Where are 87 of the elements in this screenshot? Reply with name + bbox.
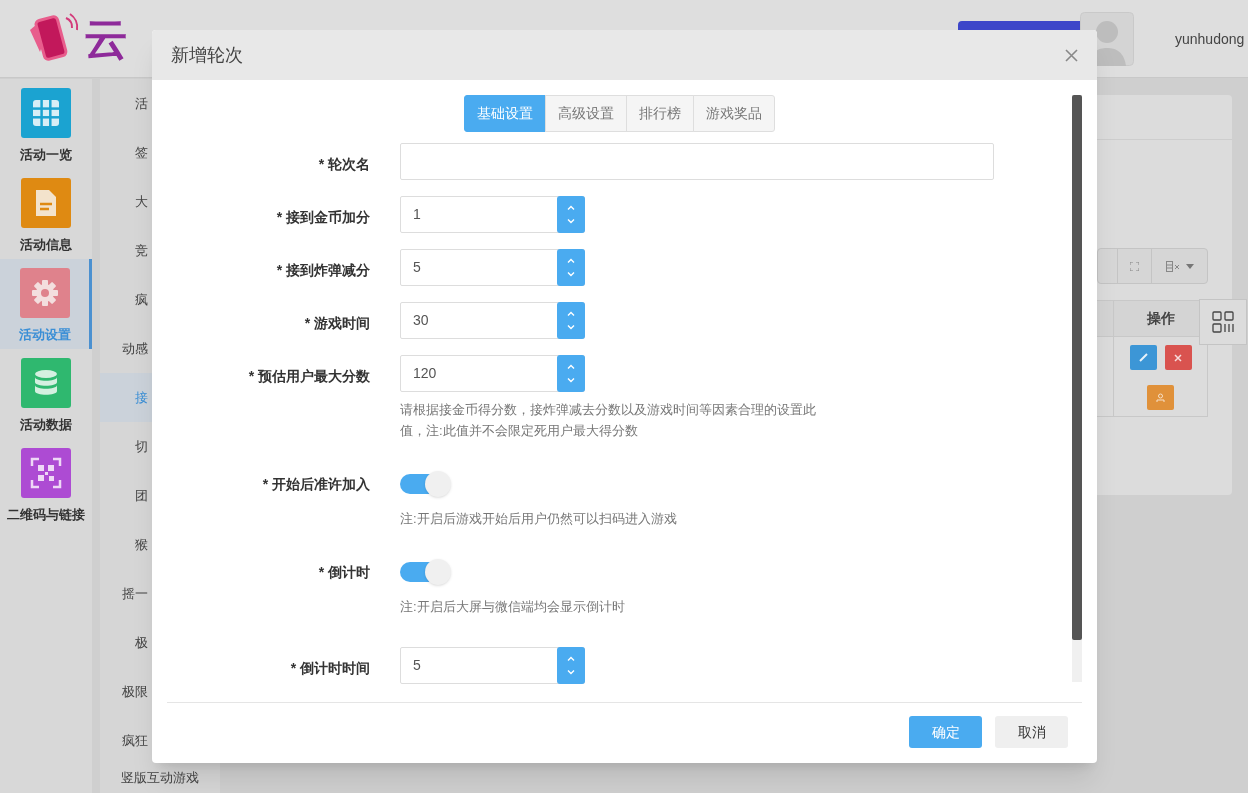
tab[interactable]: 排行榜 xyxy=(626,95,694,132)
submenu-item[interactable]: 竞 xyxy=(100,226,152,275)
number-field[interactable]: 120 xyxy=(400,355,585,392)
field-label: * 轮次名 xyxy=(318,156,370,172)
user-button[interactable] xyxy=(1147,384,1174,410)
chevron-down-icon xyxy=(567,219,575,224)
submenu-item[interactable]: 疯 xyxy=(100,275,152,324)
chevron-up-icon xyxy=(567,205,575,210)
field-value: 5 xyxy=(412,258,422,277)
toggle-switch[interactable] xyxy=(400,559,451,585)
submenu-item[interactable]: 猴 xyxy=(100,520,152,569)
qr-code-icon xyxy=(30,457,62,489)
pencil-icon xyxy=(1138,353,1148,362)
spinner-button[interactable] xyxy=(557,647,585,684)
field-label: * 接到炸弹减分 xyxy=(276,262,370,278)
number-field[interactable]: 5 xyxy=(400,647,585,684)
submenu-item[interactable]: 大 xyxy=(100,177,152,226)
grid-icon xyxy=(31,98,61,128)
logo-text: 云 xyxy=(84,16,130,61)
help-text: 请根据接金币得分数，接炸弹减去分数以及游戏时间等因素合理的设置此值，注:此值并不会限定死用户最大得分数 xyxy=(400,401,817,440)
fullscreen-icon xyxy=(1130,261,1139,271)
close-icon[interactable] xyxy=(1065,48,1078,62)
field-label: * 倒计时 xyxy=(318,564,370,580)
sidebar-item[interactable]: 二维码与链接 xyxy=(0,439,92,529)
toggle-switch[interactable] xyxy=(400,471,451,497)
gear-icon xyxy=(30,279,59,307)
sidebar-item[interactable]: 活动一览 xyxy=(0,79,92,169)
submenu-item[interactable]: 极限 xyxy=(100,667,152,716)
sidebar-label: 活动数据 xyxy=(20,416,72,434)
spinner-button[interactable] xyxy=(557,302,585,339)
chevron-down-icon xyxy=(567,378,575,383)
number-field[interactable]: 5 xyxy=(400,249,585,286)
sidebar-label: 活动一览 xyxy=(20,146,72,164)
qr-grid-button[interactable] xyxy=(1199,299,1247,345)
submenu-item[interactable]: 团 xyxy=(100,471,152,520)
field-value: 120 xyxy=(412,364,438,383)
chevron-up-icon xyxy=(567,258,575,263)
chevron-down-icon xyxy=(567,670,575,675)
edit-button[interactable] xyxy=(1129,345,1157,370)
cancel-button[interactable]: 取消 xyxy=(995,716,1068,748)
field-value: 5 xyxy=(412,656,422,675)
submenu-item[interactable]: 摇一 xyxy=(100,569,152,618)
spinner-button[interactable] xyxy=(557,249,585,286)
field-label: * 接到金币加分 xyxy=(276,209,370,225)
spinner-button[interactable] xyxy=(557,196,585,233)
submenu-item[interactable]: 竖版互动游戏 xyxy=(100,765,220,791)
sidebar-label: 活动信息 xyxy=(20,236,72,254)
submenu-item[interactable]: 极 xyxy=(100,618,152,667)
caret-icon xyxy=(1185,263,1194,269)
chevron-up-icon xyxy=(567,364,575,369)
sidebar-item[interactable]: 活动数据 xyxy=(0,349,92,439)
spinner-button[interactable] xyxy=(557,355,585,392)
columns-icon xyxy=(1165,260,1182,272)
help-text: 注:开启后游戏开始后用户仍然可以扫码进入游戏 xyxy=(400,510,678,528)
field-label: * 开始后准许加入 xyxy=(262,476,370,492)
field-label: * 游戏时间 xyxy=(304,315,370,331)
sidebar-item[interactable]: 活动信息 xyxy=(0,169,92,259)
modal-title: 新增轮次 xyxy=(171,43,243,67)
number-field[interactable]: 30 xyxy=(400,302,585,339)
tab[interactable]: 游戏奖品 xyxy=(693,95,775,132)
text-field[interactable] xyxy=(400,143,994,180)
user-icon xyxy=(1156,392,1165,402)
submenu-item[interactable]: 活 xyxy=(100,79,152,128)
username-menu[interactable]: yunhudong xyxy=(1175,29,1248,50)
sidebar-label: 二维码与链接 xyxy=(7,506,85,524)
field-value: 1 xyxy=(412,205,422,224)
submenu-item[interactable]: 切 xyxy=(100,422,152,471)
chevron-up-icon xyxy=(567,311,575,316)
submenu-item[interactable]: 疯狂 xyxy=(100,716,152,765)
document-icon xyxy=(34,188,58,218)
field-value: 30 xyxy=(412,311,430,330)
tab[interactable]: 高级设置 xyxy=(545,95,627,132)
help-text: 注:开启后大屏与微信端均会显示倒计时 xyxy=(400,598,626,616)
field-label: * 预估用户最大分数 xyxy=(248,368,370,384)
column-header: 操作 xyxy=(1145,309,1176,328)
field-label: * 倒计时时间 xyxy=(290,660,370,676)
submenu-item[interactable]: 签 xyxy=(100,128,152,177)
chevron-down-icon xyxy=(567,272,575,277)
submenu-item[interactable]: 动感 xyxy=(100,324,152,373)
chevron-up-icon xyxy=(567,656,575,661)
grid-icon xyxy=(1212,311,1234,333)
database-icon xyxy=(34,369,58,397)
chevron-down-icon xyxy=(567,325,575,330)
sidebar-label: 活动设置 xyxy=(18,326,71,344)
close-icon xyxy=(1174,353,1182,362)
delete-button[interactable] xyxy=(1164,345,1192,370)
number-field[interactable]: 1 xyxy=(400,196,585,233)
